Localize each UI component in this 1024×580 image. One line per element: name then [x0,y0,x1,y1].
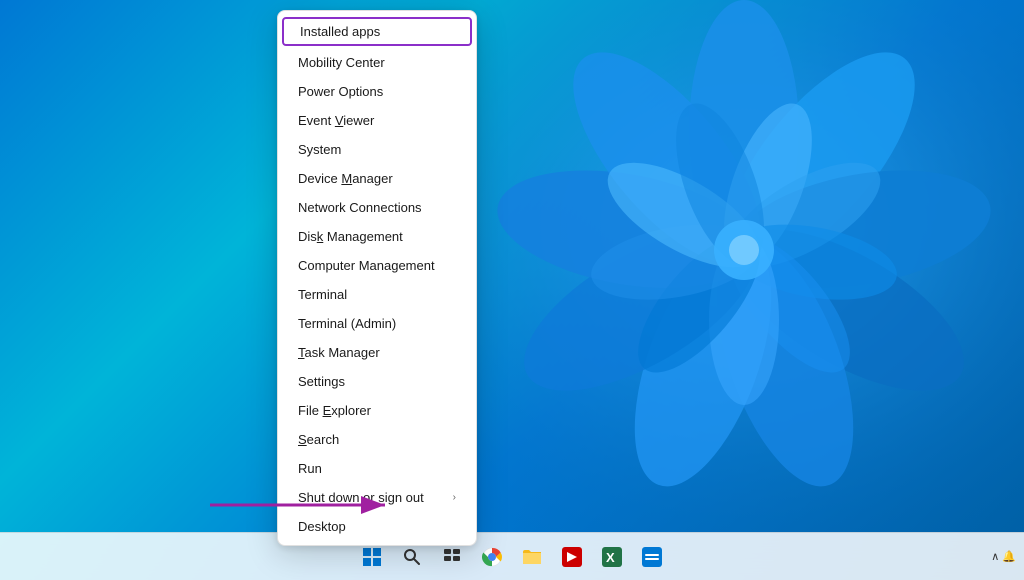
task-view-icon [443,548,461,566]
menu-item-network-connections[interactable]: Network Connections [278,193,476,222]
menu-item-label: Terminal (Admin) [298,316,396,331]
menu-item-system[interactable]: System [278,135,476,164]
menu-item-label: Terminal [298,287,347,302]
taskbar-icon-excel[interactable]: X [594,539,630,575]
desktop: Installed apps Mobility Center Power Optio… [0,0,1024,580]
menu-item-installed-apps[interactable]: Installed apps [282,17,472,46]
menu-item-label: File Explorer [298,403,371,418]
tray-icons: ∧ 🔔 [991,550,1016,563]
svg-text:X: X [606,550,615,565]
menu-item-label: Run [298,461,322,476]
menu-item-label: Search [298,432,339,447]
menu-item-terminal-admin[interactable]: Terminal (Admin) [278,309,476,338]
menu-item-label: Computer Management [298,258,435,273]
excel-icon: X [602,547,622,567]
menu-item-label: Network Connections [298,200,422,215]
folder-icon [522,548,542,566]
context-menu: Installed apps Mobility Center Power Optio… [277,10,477,546]
menu-item-label: Disk Management [298,229,403,244]
menu-item-label: Task Manager [298,345,380,360]
menu-item-file-explorer[interactable]: File Explorer [278,396,476,425]
menu-item-computer-management[interactable]: Computer Management [278,251,476,280]
menu-item-event-viewer[interactable]: Event Viewer [278,106,476,135]
menu-item-label: Installed apps [300,24,380,39]
menu-item-run[interactable]: Run [278,454,476,483]
menu-item-label: Mobility Center [298,55,385,70]
app2-icon [642,547,662,567]
taskbar-icon-app1[interactable] [554,539,590,575]
menu-item-label: Power Options [298,84,383,99]
menu-item-task-manager[interactable]: Task Manager [278,338,476,367]
taskbar-icon-chrome[interactable] [474,539,510,575]
menu-item-power-options[interactable]: Power Options [278,77,476,106]
menu-item-terminal[interactable]: Terminal [278,280,476,309]
system-tray: ∧ 🔔 [991,532,1016,580]
menu-item-mobility-center[interactable]: Mobility Center [278,48,476,77]
windows-logo-icon [363,548,381,566]
menu-item-label: Device Manager [298,171,393,186]
chrome-icon [482,547,502,567]
arrow-annotation [200,485,400,525]
app1-icon [562,547,582,567]
taskbar-icon-app2[interactable] [634,539,670,575]
menu-item-settings[interactable]: Settings [278,367,476,396]
menu-item-search[interactable]: Search [278,425,476,454]
menu-item-label: Settings [298,374,345,389]
menu-item-label: Event Viewer [298,113,374,128]
taskbar: X [0,532,1024,580]
search-icon [403,548,421,566]
menu-item-label: System [298,142,341,157]
taskbar-icon-folder[interactable] [514,539,550,575]
menu-item-device-manager[interactable]: Device Manager [278,164,476,193]
submenu-arrow-icon: › [453,492,456,503]
menu-item-disk-management[interactable]: Disk Management [278,222,476,251]
